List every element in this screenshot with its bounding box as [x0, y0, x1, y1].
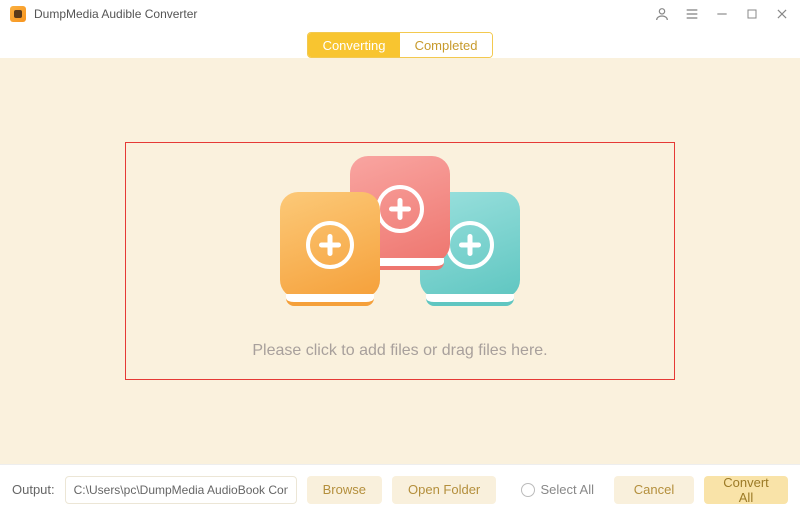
select-all-toggle[interactable]: Select All — [521, 482, 594, 497]
app-title: DumpMedia Audible Converter — [34, 7, 197, 21]
maximize-icon[interactable] — [744, 6, 760, 22]
footer: Output: Browse Open Folder Select All Ca… — [0, 464, 800, 514]
browse-button[interactable]: Browse — [307, 476, 382, 504]
open-folder-button[interactable]: Open Folder — [392, 476, 496, 504]
menu-icon[interactable] — [684, 6, 700, 22]
file-dropzone[interactable]: Please click to add files or drag files … — [125, 142, 675, 380]
content-area: Please click to add files or drag files … — [0, 58, 800, 464]
select-all-label: Select All — [541, 482, 594, 497]
plus-icon — [306, 221, 354, 269]
plus-icon — [376, 185, 424, 233]
titlebar: DumpMedia Audible Converter — [0, 0, 800, 28]
minimize-icon[interactable] — [714, 6, 730, 22]
cancel-button[interactable]: Cancel — [614, 476, 694, 504]
tab-converting[interactable]: Converting — [308, 33, 400, 57]
dropzone-illustration — [280, 168, 520, 308]
book-icon-orange — [280, 192, 380, 298]
tab-completed[interactable]: Completed — [400, 33, 492, 57]
radio-icon — [521, 483, 535, 497]
tabbar: Converting Completed — [0, 28, 800, 58]
dropzone-text: Please click to add files or drag files … — [252, 342, 547, 360]
plus-icon — [446, 221, 494, 269]
close-icon[interactable] — [774, 6, 790, 22]
output-path-field[interactable] — [65, 476, 297, 504]
output-label: Output: — [12, 482, 55, 497]
app-logo — [10, 6, 26, 22]
account-icon[interactable] — [654, 6, 670, 22]
convert-all-button[interactable]: Convert All — [704, 476, 788, 504]
